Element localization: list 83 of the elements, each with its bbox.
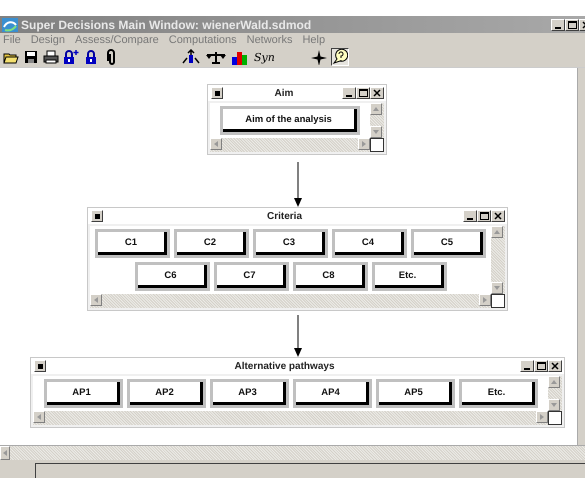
square-icon <box>214 90 220 96</box>
scrollbar-corner <box>548 411 562 425</box>
horizontal-scrollbar[interactable] <box>90 294 491 308</box>
toolbar-button[interactable] <box>22 48 40 66</box>
node-title: Alternative pathways <box>233 360 336 372</box>
node-element-button[interactable]: C7 <box>214 262 288 291</box>
help-balloon-icon <box>332 49 348 65</box>
triangle-arrow-icon <box>212 140 220 148</box>
maximize-icon <box>568 20 576 28</box>
close-button[interactable] <box>491 210 505 222</box>
minimize-icon <box>346 95 352 97</box>
triangle-arrow-icon <box>92 296 100 304</box>
maximize-button[interactable] <box>356 87 370 99</box>
app-logo-icon <box>2 18 18 32</box>
triangle-arrow-icon <box>1 449 9 457</box>
minimize-icon <box>555 26 561 28</box>
scrollbar-corner <box>491 294 505 308</box>
node-element-button[interactable]: C2 <box>174 229 249 258</box>
minimize-button[interactable] <box>342 87 356 99</box>
vertical-scrollbar[interactable] <box>370 103 384 138</box>
toolbar-button[interactable] <box>42 48 60 66</box>
minimize-button[interactable] <box>520 360 534 372</box>
node-element-button[interactable]: AP2 <box>126 379 206 408</box>
close-button[interactable] <box>548 360 562 372</box>
node-element-button[interactable]: AP3 <box>210 379 288 408</box>
horizontal-scrollbar[interactable] <box>0 445 585 460</box>
minimize-button[interactable] <box>463 210 477 222</box>
close-icon <box>373 89 381 97</box>
vertical-scrollbar[interactable] <box>548 376 562 411</box>
node-element-button[interactable]: Etc. <box>458 379 538 408</box>
maximize-button[interactable] <box>477 210 491 222</box>
scrollbar-corner <box>370 138 384 152</box>
node-element-button[interactable]: C5 <box>411 229 486 258</box>
maximize-button[interactable] <box>534 360 548 372</box>
toolbar-button[interactable] <box>180 48 202 66</box>
printer-icon <box>43 49 59 65</box>
square-icon <box>38 364 42 368</box>
triangle-arrow-icon <box>35 413 43 421</box>
minimize-button[interactable] <box>551 18 565 30</box>
triangle-arrow-icon <box>372 105 380 113</box>
maximize-button[interactable] <box>565 18 579 30</box>
synthesis-button[interactable]: Syn <box>250 48 279 66</box>
maximize-icon <box>358 89 368 97</box>
connector-arrow <box>293 162 303 207</box>
node-element-button[interactable]: AP5 <box>376 379 454 408</box>
triangle-arrow-icon <box>550 378 558 386</box>
close-icon <box>551 362 559 370</box>
node-element-button[interactable]: C8 <box>292 262 368 291</box>
node-element-button[interactable]: AP4 <box>292 379 372 408</box>
network-arrows-icon <box>181 49 201 65</box>
node-title: Criteria <box>266 210 304 222</box>
four-point-star-icon <box>310 49 328 65</box>
node-element-button[interactable]: C4 <box>332 229 407 258</box>
window-title: Super Decisions Main Window: wienerWald.sdmod <box>21 18 312 32</box>
node-element-button[interactable]: C6 <box>134 262 210 291</box>
triangle-arrow-icon <box>493 228 501 236</box>
system-menu-button[interactable] <box>34 360 46 372</box>
lock-icon <box>83 49 99 65</box>
connector-arrow <box>293 315 303 357</box>
system-menu-button[interactable] <box>211 87 223 99</box>
node-element-button[interactable]: C1 <box>95 229 170 258</box>
horizontal-scrollbar[interactable] <box>210 138 370 152</box>
toolbar-button[interactable] <box>62 48 80 66</box>
system-menu-button[interactable] <box>91 210 103 222</box>
node-element-button[interactable]: Etc. <box>372 262 446 291</box>
node-element-button[interactable]: C3 <box>253 229 328 258</box>
horizontal-scrollbar[interactable] <box>33 411 548 425</box>
vertical-scrollbar[interactable] <box>491 226 505 294</box>
balance-scale-icon <box>205 49 227 65</box>
toolbar-button[interactable] <box>330 48 349 66</box>
square-icon <box>94 214 100 218</box>
maximize-icon <box>536 362 546 370</box>
minimize-icon <box>467 218 473 220</box>
lock-plus-icon <box>63 49 79 65</box>
maximize-icon <box>480 212 488 220</box>
minimize-icon <box>524 368 530 370</box>
vertical-scrollbar[interactable] <box>577 68 585 445</box>
node-element-button[interactable]: Aim of the analysis <box>220 106 360 135</box>
close-icon <box>494 212 502 220</box>
bar-chart-icon <box>231 49 247 65</box>
node-element-button[interactable]: AP1 <box>44 379 122 408</box>
close-button[interactable] <box>370 87 384 99</box>
node-title: Aim <box>274 88 294 98</box>
